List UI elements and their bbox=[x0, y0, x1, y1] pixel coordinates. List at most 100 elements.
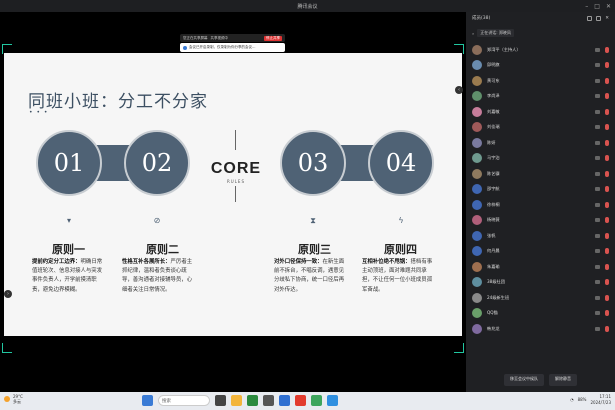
mic-muted-icon[interactable] bbox=[605, 124, 609, 131]
mic-muted-icon[interactable] bbox=[605, 248, 609, 255]
participant-item[interactable]: 李尚泽 bbox=[466, 89, 615, 105]
camera-icon[interactable] bbox=[595, 78, 600, 83]
wechat-icon[interactable] bbox=[311, 395, 322, 406]
panel-close-icon[interactable]: ✕ bbox=[605, 16, 609, 21]
search-icon[interactable]: ⌕ bbox=[472, 31, 474, 36]
participant-name: 李尚泽 bbox=[487, 93, 500, 99]
meeting-app-icon[interactable] bbox=[279, 395, 290, 406]
mic-muted-icon[interactable] bbox=[605, 263, 609, 270]
participant-name: 陈艺骥 bbox=[487, 170, 500, 176]
camera-icon[interactable] bbox=[595, 311, 600, 316]
mic-muted-icon[interactable] bbox=[605, 325, 609, 332]
camera-icon[interactable] bbox=[595, 280, 600, 285]
camera-icon[interactable] bbox=[595, 233, 600, 238]
mic-muted-icon[interactable] bbox=[605, 139, 609, 146]
app-window: 腾讯会议 – □ ✕ 同班小班：分工不分家 • • • 01 02 CORE R… bbox=[0, 0, 615, 410]
unmute-button[interactable]: 解除静音 bbox=[549, 374, 577, 386]
mic-muted-icon[interactable] bbox=[605, 186, 609, 193]
camera-icon[interactable] bbox=[595, 63, 600, 68]
grid-icon[interactable] bbox=[596, 15, 602, 21]
mic-muted-icon[interactable] bbox=[605, 310, 609, 317]
mic-muted-icon[interactable] bbox=[605, 108, 609, 115]
mic-muted-icon[interactable] bbox=[605, 46, 609, 53]
clock[interactable]: 17:11 2024/7/23 bbox=[590, 394, 611, 405]
mic-muted-icon[interactable] bbox=[605, 93, 609, 100]
weather-widget[interactable]: 29°C 多云 bbox=[13, 394, 23, 404]
battery-text[interactable]: 88% bbox=[578, 397, 587, 402]
principle-1-title: 原则一 bbox=[52, 243, 85, 256]
camera-icon[interactable] bbox=[595, 218, 600, 223]
search-box[interactable]: 搜索 bbox=[158, 395, 210, 406]
participant-item[interactable]: 徐梓桐 bbox=[466, 197, 615, 213]
maximize-icon[interactable]: □ bbox=[594, 3, 600, 10]
camera-icon[interactable] bbox=[595, 94, 600, 99]
participant-item[interactable]: 马宇泊 bbox=[466, 151, 615, 167]
camera-icon[interactable] bbox=[595, 109, 600, 114]
camera-icon[interactable] bbox=[595, 171, 600, 176]
store-icon[interactable] bbox=[263, 395, 274, 406]
camera-icon[interactable] bbox=[595, 264, 600, 269]
speaking-indicator: 正在讲话: 郑晓凤 bbox=[477, 29, 514, 37]
members-tab[interactable]: 成员(38) bbox=[472, 15, 490, 21]
minimize-icon[interactable]: – bbox=[585, 3, 588, 10]
participant-item[interactable]: 24级新生班 bbox=[466, 290, 615, 306]
members-panel: 成员(38) ✕ ⌕ 正在讲话: 郑晓凤 郑湾平（主持人） 邱明旗 黄可东李尚泽刘嘉… bbox=[466, 12, 615, 392]
move-to-waiting-button[interactable]: 移至会议中候队 bbox=[504, 374, 544, 386]
participant-item[interactable]: 刘嘉敏 bbox=[466, 104, 615, 120]
right-collapse-icon[interactable]: ‹ bbox=[455, 86, 463, 94]
avatar bbox=[472, 246, 482, 257]
start-icon[interactable] bbox=[142, 395, 153, 406]
camera-icon[interactable] bbox=[595, 326, 600, 331]
close-icon[interactable]: ✕ bbox=[606, 3, 611, 10]
qq-icon[interactable] bbox=[327, 395, 338, 406]
avatar bbox=[472, 215, 482, 226]
participant-item[interactable]: 黄可东 bbox=[466, 73, 615, 89]
camera-icon[interactable] bbox=[595, 295, 600, 300]
weather-icon[interactable] bbox=[4, 396, 10, 402]
mic-muted-icon[interactable] bbox=[605, 170, 609, 177]
share-status-text: 您正在共享屏幕 bbox=[183, 35, 208, 40]
mic-muted-icon[interactable] bbox=[605, 201, 609, 208]
camera-icon[interactable] bbox=[595, 125, 600, 130]
slide-dots: • • • bbox=[29, 109, 49, 116]
participant-item[interactable]: 刘佳瑞 bbox=[466, 120, 615, 136]
participant-item[interactable]: 朱嘉瑜 bbox=[466, 259, 615, 275]
camera-icon[interactable] bbox=[595, 156, 600, 161]
number-02: 02 bbox=[124, 130, 190, 196]
participant-item[interactable]: 张帆 bbox=[466, 228, 615, 244]
edge-icon[interactable] bbox=[247, 395, 258, 406]
mic-muted-icon[interactable] bbox=[605, 294, 609, 301]
participant-item[interactable]: 郑湾平（主持人） bbox=[466, 42, 615, 58]
participant-item[interactable]: 陈妍 bbox=[466, 135, 615, 151]
participant-item[interactable]: 杨晓薇 bbox=[466, 213, 615, 229]
view-icon[interactable] bbox=[587, 15, 593, 21]
mic-muted-icon[interactable] bbox=[605, 155, 609, 162]
left-expand-icon[interactable]: › bbox=[4, 290, 12, 298]
participant-item[interactable]: 韩兆龙 bbox=[466, 321, 615, 337]
participant-item[interactable]: QQ猫 bbox=[466, 306, 615, 322]
mic-muted-icon[interactable] bbox=[605, 232, 609, 239]
mic-muted-icon[interactable] bbox=[605, 62, 609, 69]
avatar bbox=[472, 323, 482, 334]
app-icon-red[interactable] bbox=[295, 395, 306, 406]
participant-item[interactable]: 邱明旗 bbox=[466, 58, 615, 74]
mic-muted-icon[interactable] bbox=[605, 77, 609, 84]
participant-item[interactable]: 38级社团 bbox=[466, 275, 615, 291]
participant-item[interactable]: 何丹晨 bbox=[466, 244, 615, 260]
principle-4-body: 互相补位绝不甩锅：搭档有事主动顶班，面对难题共同承担，不让任何一位小班成员孤军奋… bbox=[362, 259, 433, 293]
camera-icon[interactable] bbox=[595, 47, 600, 52]
participant-list: 郑湾平（主持人） 邱明旗 黄可东李尚泽刘嘉敏 刘佳瑞 陈妍 马宇泊陈艺骥邵宇航 徐梓桐 杨晓薇… bbox=[466, 42, 615, 372]
task-view-icon[interactable] bbox=[215, 395, 226, 406]
mic-muted-icon[interactable] bbox=[605, 279, 609, 286]
participant-item[interactable]: 邵宇航 bbox=[466, 182, 615, 198]
camera-icon[interactable] bbox=[595, 202, 600, 207]
participant-item[interactable]: 陈艺骥 bbox=[466, 166, 615, 182]
camera-icon[interactable] bbox=[595, 249, 600, 254]
camera-icon[interactable] bbox=[595, 140, 600, 145]
notice-text: 会议已开启录制，仅录制为你分享的会议… bbox=[189, 45, 256, 49]
mic-muted-icon[interactable] bbox=[605, 217, 609, 224]
stop-share-button[interactable]: 停止共享 bbox=[264, 35, 282, 41]
file-explorer-icon[interactable] bbox=[231, 395, 242, 406]
camera-icon[interactable] bbox=[595, 187, 600, 192]
wifi-icon[interactable]: ◔ bbox=[570, 397, 574, 402]
